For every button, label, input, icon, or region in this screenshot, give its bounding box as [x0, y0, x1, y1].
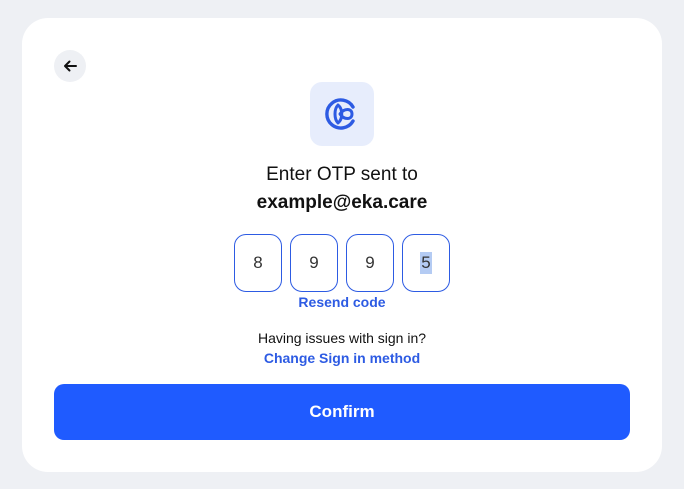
- sign-in-issues-text: Having issues with sign in?: [257, 330, 427, 346]
- otp-input-group: 8 9 9 5: [234, 234, 450, 292]
- app-logo: [310, 82, 374, 146]
- otp-digit-1-value: 8: [253, 253, 263, 272]
- resend-code-link[interactable]: Resend code: [22, 294, 662, 310]
- otp-digit-1[interactable]: 8: [234, 234, 282, 292]
- change-sign-in-method-link[interactable]: Change Sign in method: [22, 350, 662, 366]
- otp-card: Enter OTP sent to example@eka.care 8 9 9…: [22, 18, 662, 472]
- email-address: example@eka.care: [256, 192, 428, 213]
- confirm-button[interactable]: Confirm: [54, 384, 630, 440]
- otp-digit-3-value: 9: [365, 253, 375, 272]
- otp-digit-2[interactable]: 9: [290, 234, 338, 292]
- otp-digit-4-value: 5: [420, 252, 432, 274]
- otp-heading: Enter OTP sent to: [266, 164, 418, 185]
- back-button[interactable]: [54, 50, 86, 82]
- arrow-left-icon: [64, 60, 77, 72]
- otp-digit-3[interactable]: 9: [346, 234, 394, 292]
- otp-digit-4[interactable]: 5: [402, 234, 450, 292]
- otp-digit-2-value: 9: [309, 253, 319, 272]
- eka-care-logo-icon: [325, 98, 355, 130]
